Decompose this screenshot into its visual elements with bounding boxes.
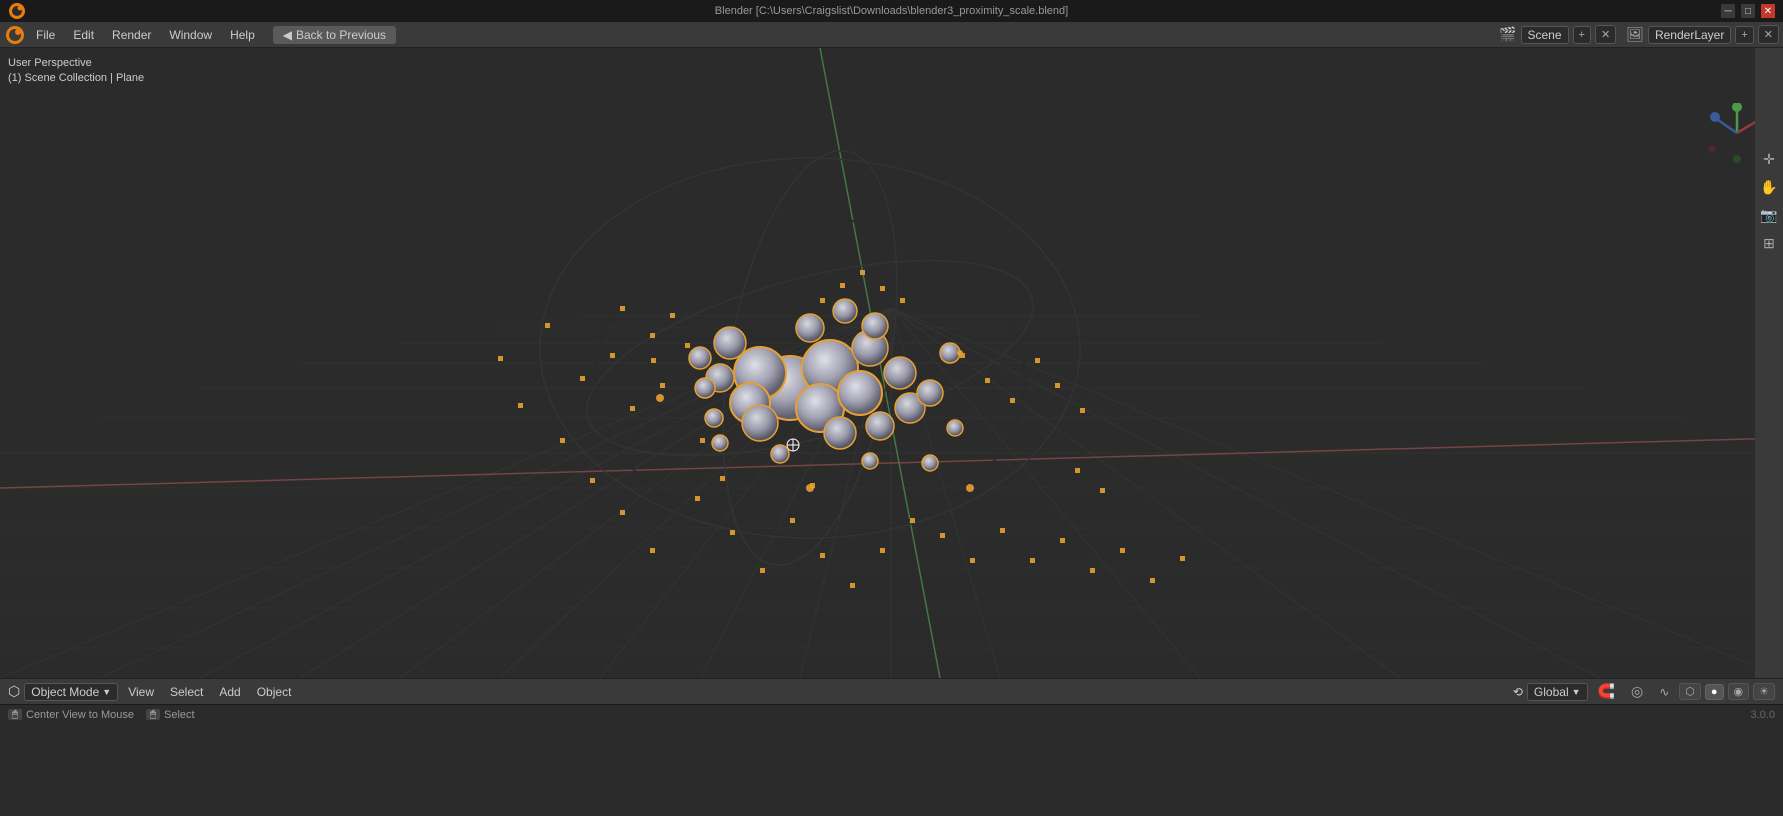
wireframe-shading-button[interactable]: ⬡ [1679, 683, 1701, 700]
renderlayer-new-button[interactable]: + [1735, 26, 1753, 44]
cursor-tool-icon[interactable]: ✛ [1758, 148, 1780, 170]
menu-file[interactable]: File [28, 26, 63, 44]
scene-label: Scene [1528, 28, 1562, 42]
viewport-shading-icon: ⬡ [8, 683, 20, 700]
material-shading-button[interactable]: ◉ [1728, 683, 1750, 700]
view-menu[interactable]: View [122, 684, 160, 700]
rendered-shading-button[interactable]: ☀ [1753, 683, 1775, 700]
proportional-edit-icon[interactable]: ◎ [1625, 682, 1649, 701]
snap-icon[interactable]: 🧲 [1592, 682, 1621, 701]
back-label: Back to Previous [296, 28, 386, 42]
renderlayer-icon: 🖼 [1626, 26, 1644, 43]
close-button[interactable]: ✕ [1761, 4, 1775, 18]
scene-delete-button[interactable]: ✕ [1595, 25, 1616, 44]
transform-orientation-dropdown[interactable]: Global ▼ [1527, 683, 1588, 701]
proportional-falloff-icon[interactable]: ∿ [1653, 684, 1675, 700]
grid-icon[interactable]: ⊞ [1758, 232, 1780, 254]
menu-help[interactable]: Help [222, 26, 263, 44]
menu-render[interactable]: Render [104, 26, 159, 44]
object-mode-label: Object Mode [31, 685, 99, 699]
scene-icon: 🎬 [1499, 26, 1516, 43]
object-mode-dropdown[interactable]: Object Mode ▼ [24, 683, 118, 701]
right-toolbar: ✛ ✋ 📷 ⊞ [1755, 48, 1783, 678]
menu-window[interactable]: Window [161, 26, 220, 44]
topbar-right: 🎬 Scene + ✕ 🖼 RenderLayer + ✕ [1499, 25, 1779, 44]
renderlayer-delete-button[interactable]: ✕ [1758, 25, 1779, 44]
renderlayer-label: RenderLayer [1655, 28, 1724, 42]
viewport-3d[interactable]: User Perspective (1) Scene Collection | … [0, 48, 1783, 678]
bottom-bar: ⬡ Object Mode ▼ View Select Add Object ⟲… [0, 678, 1783, 704]
mouse-icon: 🖱 [8, 709, 22, 720]
menu-bar: File Edit Render Window Help ◀ Back to P… [0, 22, 1783, 48]
solid-shading-button[interactable]: ● [1705, 684, 1724, 700]
select-label: Select [164, 709, 195, 721]
scene-field[interactable]: Scene [1521, 26, 1569, 44]
menu-edit[interactable]: Edit [65, 26, 102, 44]
center-view-label: Center View to Mouse [26, 709, 134, 721]
orientation-chevron-icon: ▼ [1572, 687, 1581, 697]
chevron-down-icon: ▼ [102, 687, 111, 697]
scene-new-button[interactable]: + [1573, 26, 1591, 44]
select-menu[interactable]: Select [164, 684, 209, 700]
add-menu[interactable]: Add [213, 684, 246, 700]
blender-logo-icon [8, 2, 26, 20]
minimize-button[interactable]: ─ [1721, 4, 1735, 18]
transform-label: Global [1534, 685, 1569, 699]
blender-icon [4, 24, 26, 46]
title-bar: Blender [C:\Users\Craigslist\Downloads\b… [0, 0, 1783, 22]
select-hint: 🖱 Select [146, 709, 195, 721]
window-title: Blender [C:\Users\Craigslist\Downloads\b… [715, 5, 1068, 17]
move-tool-icon[interactable]: ✋ [1758, 176, 1780, 198]
object-menu[interactable]: Object [251, 684, 298, 700]
transform-orientation-icon: ⟲ [1513, 685, 1523, 699]
back-icon: ◀ [283, 28, 292, 42]
back-to-previous-button[interactable]: ◀ Back to Previous [273, 26, 396, 44]
blender-version: 3.0.0 [1751, 709, 1775, 721]
select-key: 🖱 [146, 709, 160, 720]
status-bar: 🖱 Center View to Mouse 🖱 Select 3.0.0 [0, 704, 1783, 724]
mouse-hint: 🖱 Center View to Mouse [8, 709, 134, 721]
renderlayer-field[interactable]: RenderLayer [1648, 26, 1731, 44]
title-controls: ─ □ ✕ [1721, 4, 1775, 18]
maximize-button[interactable]: □ [1741, 4, 1755, 18]
camera-icon[interactable]: 📷 [1758, 204, 1780, 226]
